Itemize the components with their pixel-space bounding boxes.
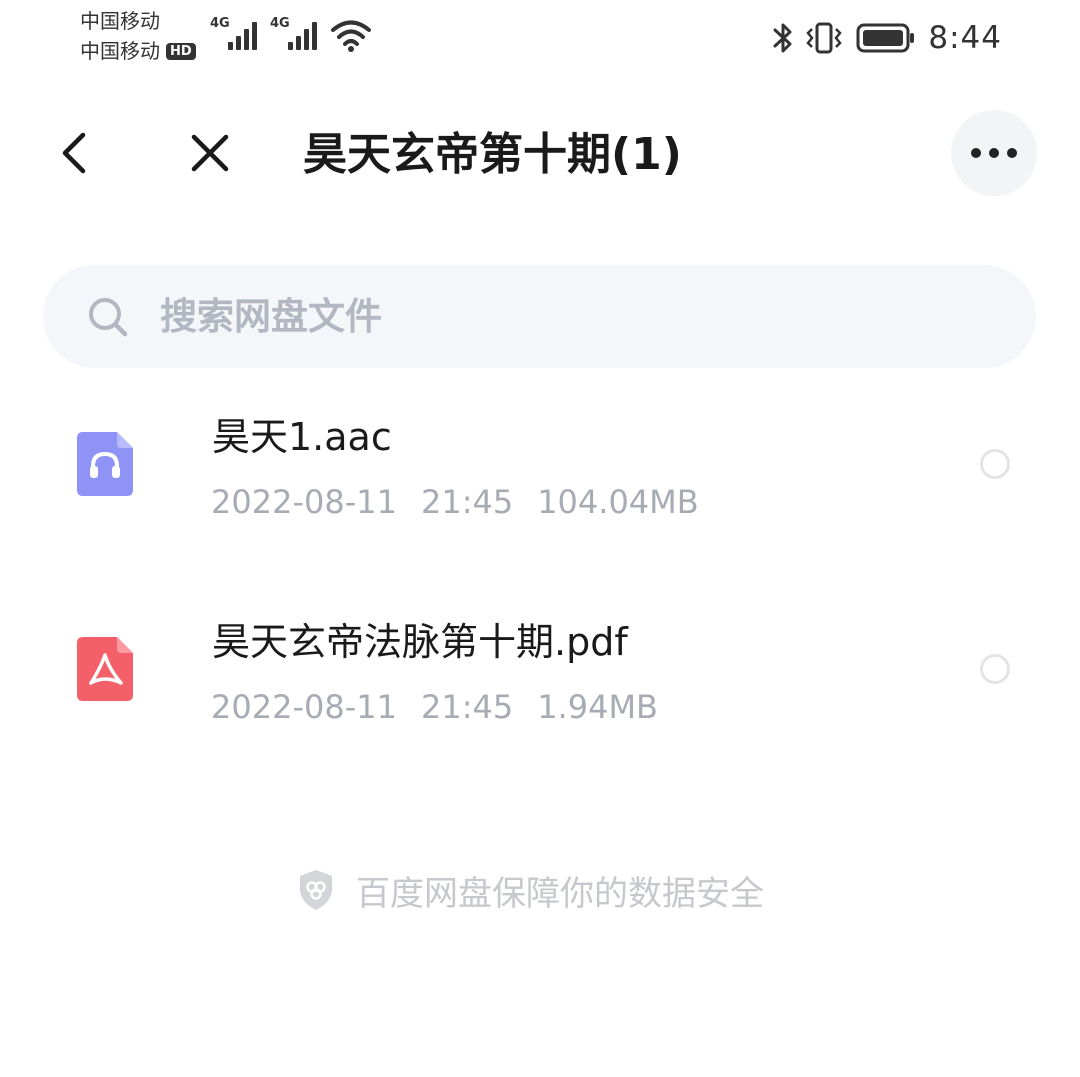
file-meta: 2022-08-11 21:45 1.94MB <box>211 685 682 729</box>
select-radio[interactable] <box>980 654 1010 684</box>
bluetooth-icon <box>773 23 792 53</box>
security-notice-text: 百度网盘保障你的数据安全 <box>356 873 764 914</box>
wifi-icon <box>331 20 371 52</box>
clock: 8:44 <box>928 20 1002 56</box>
file-size: 1.94MB <box>537 688 658 726</box>
battery-icon <box>856 23 915 53</box>
close-icon <box>191 134 229 172</box>
file-date: 2022-08-11 <box>211 483 397 521</box>
search-placeholder: 搜索网盘文件 <box>160 295 382 338</box>
file-name: 昊天1.aac <box>212 415 392 459</box>
file-time: 21:45 <box>420 483 514 521</box>
carrier-1-label: 中国移动 <box>80 9 160 33</box>
carrier-2-label: 中国移动 <box>80 39 160 63</box>
hd-badge: HD <box>166 42 196 60</box>
file-size: 104.04MB <box>537 483 699 521</box>
signal-icon <box>228 22 257 50</box>
signal-1-indicator: 4G <box>210 16 262 52</box>
file-list-item-1[interactable]: 昊天1.aac 2022-08-11 21:45 104.04MB <box>0 400 1080 590</box>
pdf-file-icon <box>77 637 133 701</box>
carrier-info: 中国移动 中国移动 HD <box>80 6 196 66</box>
vibrate-icon <box>806 22 843 54</box>
file-time: 21:45 <box>420 688 514 726</box>
file-name: 昊天玄帝法脉第十期.pdf <box>212 620 628 664</box>
security-notice: 百度网盘保障你的数据安全 <box>298 866 764 914</box>
status-bar: 中国移动 中国移动 HD 4G 4G 8:44 <box>0 0 1080 80</box>
search-icon <box>89 298 128 337</box>
signal-icon <box>288 22 317 50</box>
signal-2-indicator: 4G <box>270 16 322 52</box>
back-arrow-icon <box>62 132 86 174</box>
status-right-group: 8:44 <box>770 14 1002 62</box>
audio-file-icon <box>77 432 133 496</box>
page-title: 昊天玄帝第十期(1) <box>303 129 682 180</box>
file-meta: 2022-08-11 21:45 104.04MB <box>211 480 723 524</box>
more-button[interactable] <box>951 110 1037 196</box>
close-button[interactable] <box>178 120 242 186</box>
search-input[interactable]: 搜索网盘文件 <box>43 265 1036 368</box>
more-dots-icon <box>971 148 1017 158</box>
back-button[interactable] <box>44 120 104 186</box>
shield-icon <box>300 870 332 910</box>
select-radio[interactable] <box>980 449 1010 479</box>
file-date: 2022-08-11 <box>211 688 397 726</box>
file-list-item-2[interactable]: 昊天玄帝法脉第十期.pdf 2022-08-11 21:45 1.94MB <box>0 605 1080 795</box>
